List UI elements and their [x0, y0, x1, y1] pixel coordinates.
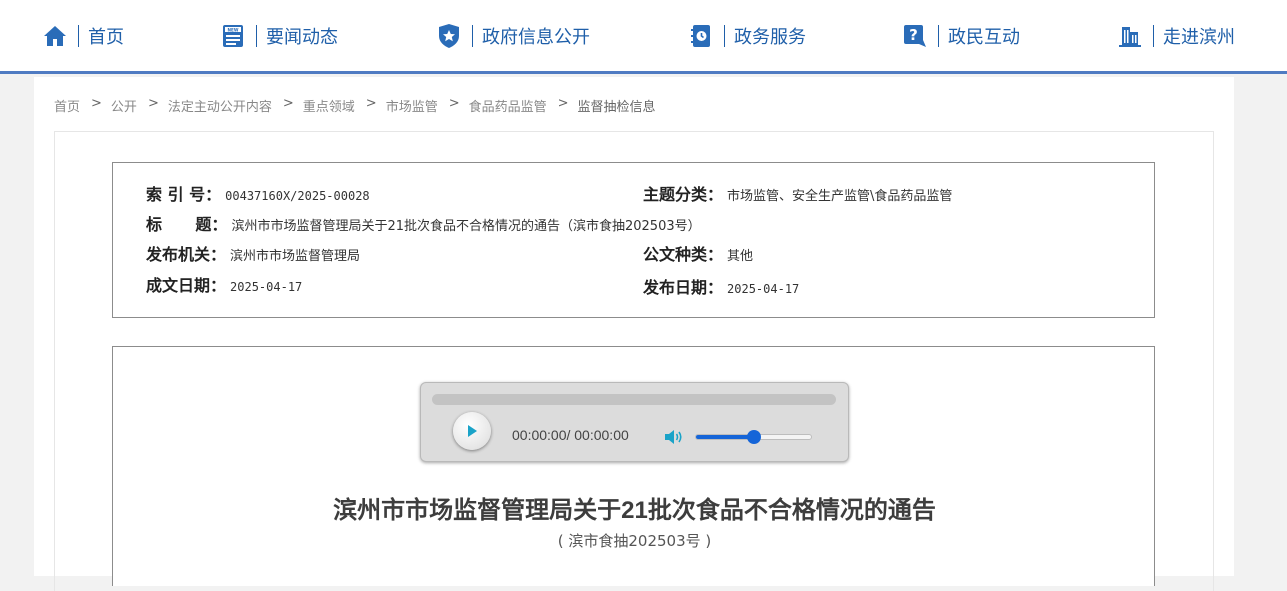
meta-title-label: 标 题： — [146, 215, 228, 234]
audio-time: 00:00:00/ 00:00:00 — [512, 427, 629, 443]
meta-org-label: 发布机关： — [146, 245, 227, 264]
home-icon — [42, 23, 68, 49]
nav-label: 首页 — [88, 27, 124, 48]
meta-published-label: 发布日期： — [643, 278, 724, 297]
breadcrumb-item[interactable]: 重点领域 — [303, 96, 355, 115]
article-subtitle: ( 滨市食抽202503号 ) — [557, 532, 712, 550]
meta-index-value: 00437160X/2025-00028 — [225, 189, 370, 203]
volume-knob[interactable] — [746, 430, 761, 444]
meta-created-row: 成文日期： 2025-04-17 — [146, 272, 302, 296]
nav-item-gov-info[interactable]: 政府信息公开 — [436, 20, 590, 52]
question-icon: ? — [902, 23, 928, 49]
audio-player: 00:00:00/ 00:00:00 — [420, 382, 849, 462]
meta-title-value: 滨州市市场监督管理局关于21批次食品不合格情况的通告（滨市食抽202503号） — [231, 219, 701, 234]
svg-text:?: ? — [909, 26, 918, 44]
meta-created-value: 2025-04-17 — [230, 280, 303, 294]
meta-org-value: 滨州市市场监督管理局 — [230, 249, 361, 264]
play-button[interactable] — [453, 412, 491, 450]
play-icon — [468, 425, 477, 437]
nav-item-home[interactable]: 首页 — [42, 20, 124, 52]
meta-title-row: 标 题： 滨州市市场监督管理局关于21批次食品不合格情况的通告（滨市食抽2025… — [146, 211, 701, 235]
volume-fill — [696, 435, 754, 439]
breadcrumb-current[interactable]: 监督抽检信息 — [578, 96, 656, 115]
meta-doctype-row: 公文种类： 其他 — [643, 241, 753, 265]
audio-progress-bar[interactable] — [432, 394, 836, 405]
meta-topic-value: 市场监管、安全生产监管\食品药品监管 — [727, 189, 953, 204]
volume-slider[interactable] — [695, 430, 812, 444]
nav-label: 政民互动 — [948, 27, 1020, 48]
meta-index-row: 索 引 号： 00437160X/2025-00028 — [146, 181, 370, 205]
svg-text:NEW: NEW — [228, 27, 239, 32]
breadcrumb: 首页 > 公开 > 法定主动公开内容 > 重点领域 > 市场监管 > 食品药品监… — [54, 96, 656, 115]
building-icon — [1117, 23, 1143, 49]
service-icon — [688, 23, 714, 49]
nav-item-about[interactable]: 走进滨州 — [1117, 20, 1235, 52]
nav-item-service[interactable]: 政务服务 — [688, 20, 806, 52]
nav-item-interaction[interactable]: ? 政民互动 — [902, 20, 1020, 52]
breadcrumb-item[interactable]: 市场监管 — [386, 96, 438, 115]
badge-star-icon — [436, 23, 462, 49]
nav-label: 走进滨州 — [1163, 27, 1235, 48]
nav-label: 要闻动态 — [266, 27, 338, 48]
meta-doctype-value: 其他 — [727, 249, 754, 264]
article-content: 00:00:00/ 00:00:00 滨州市市场监督管理局关于21批次食品不合格… — [112, 346, 1155, 586]
article-title: 滨州市市场监督管理局关于21批次食品不合格情况的通告 — [333, 497, 936, 524]
meta-created-label: 成文日期： — [146, 276, 227, 295]
meta-doctype-label: 公文种类： — [643, 245, 724, 264]
nav-label: 政府信息公开 — [482, 27, 590, 48]
meta-org-row: 发布机关： 滨州市市场监督管理局 — [146, 241, 360, 265]
meta-topic-label: 主题分类： — [643, 185, 724, 204]
breadcrumb-item[interactable]: 公开 — [111, 96, 137, 115]
meta-index-label: 索 引 号： — [146, 185, 222, 204]
nav-item-news[interactable]: NEW 要闻动态 — [220, 20, 338, 52]
main-panel: 首页 > 公开 > 法定主动公开内容 > 重点领域 > 市场监管 > 食品药品监… — [34, 77, 1234, 591]
breadcrumb-item[interactable]: 首页 — [54, 96, 80, 115]
breadcrumb-item[interactable]: 法定主动公开内容 — [168, 96, 272, 115]
breadcrumb-item[interactable]: 食品药品监管 — [469, 96, 547, 115]
meta-published-row: 发布日期： 2025-04-17 — [643, 274, 799, 298]
news-icon: NEW — [220, 23, 246, 49]
volume-icon[interactable] — [664, 429, 684, 449]
meta-topic-row: 主题分类： 市场监管、安全生产监管\食品药品监管 — [643, 181, 952, 205]
document-meta-table: 索 引 号： 00437160X/2025-00028 主题分类： 市场监管、安… — [112, 162, 1155, 318]
nav-label: 政务服务 — [734, 27, 806, 48]
meta-published-value: 2025-04-17 — [727, 282, 800, 296]
top-nav: 首页 NEW 要闻动态 政府信息公开 政务服务 ? 政民互动 走进滨州 — [0, 0, 1287, 74]
